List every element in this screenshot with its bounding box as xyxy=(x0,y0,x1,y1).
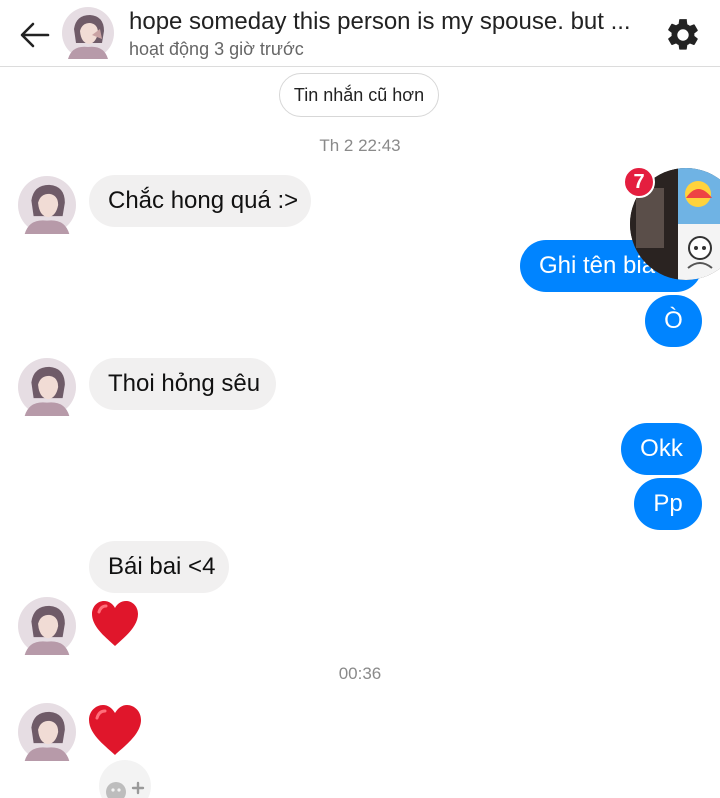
message-bubble-outgoing[interactable]: Okk xyxy=(621,423,702,475)
timestamp: 00:36 xyxy=(338,664,382,683)
message-bubble-outgoing[interactable]: Ò xyxy=(645,295,702,347)
sender-avatar[interactable] xyxy=(18,703,76,761)
sender-avatar[interactable] xyxy=(18,358,76,416)
conversation-title[interactable]: hope someday this person is my spouse. b… xyxy=(129,8,649,36)
gear-icon[interactable] xyxy=(664,16,702,54)
timestamp: Th 2 22:43 xyxy=(319,136,401,155)
sender-avatar[interactable] xyxy=(18,597,76,655)
heart-emoji-icon[interactable] xyxy=(89,598,141,650)
sender-avatar[interactable] xyxy=(18,176,76,234)
message-bubble-incoming[interactable]: Chắc hong quá :> xyxy=(89,175,311,227)
heart-emoji-icon[interactable] xyxy=(86,703,144,757)
back-arrow-icon[interactable] xyxy=(18,20,52,50)
active-status: hoạt động 3 giờ trước xyxy=(129,39,304,59)
message-bubble-incoming[interactable]: Thoi hỏng sêu xyxy=(89,358,276,410)
add-reaction-icon[interactable] xyxy=(97,758,153,798)
chat-header: hope someday this person is my spouse. b… xyxy=(0,0,720,67)
message-bubble-outgoing[interactable]: Pp xyxy=(634,478,702,530)
message-bubble-incoming[interactable]: Bái bai <4 xyxy=(89,541,229,593)
unread-count-badge: 7 xyxy=(623,166,655,198)
older-messages-button[interactable]: Tin nhắn cũ hơn xyxy=(279,73,439,117)
contact-avatar[interactable] xyxy=(62,7,114,59)
